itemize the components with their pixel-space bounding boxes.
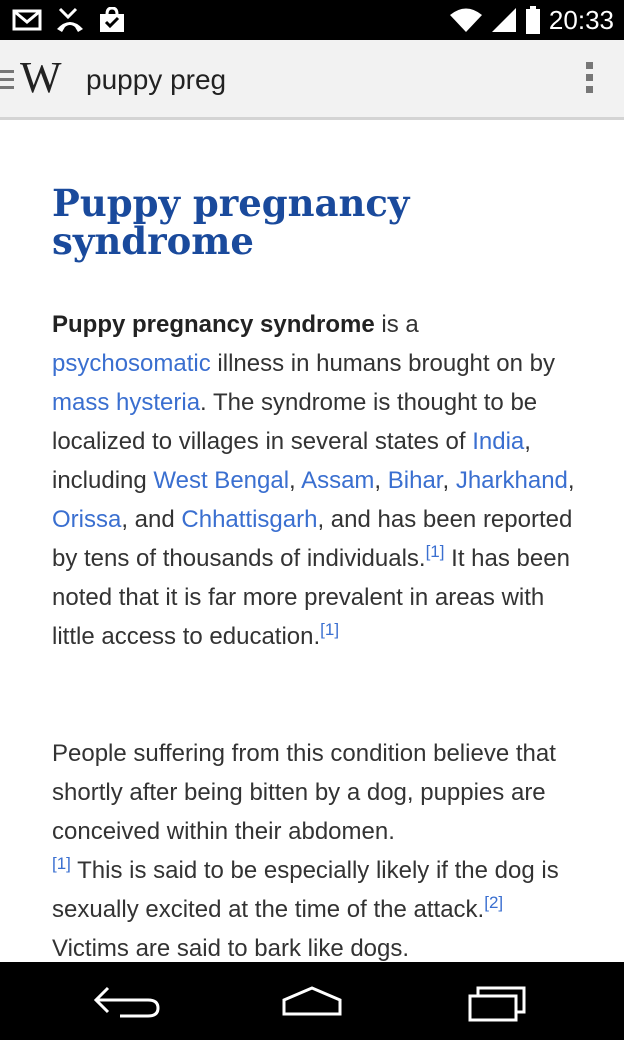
text-span: , bbox=[374, 467, 388, 494]
link-chhattisgarh[interactable]: Chhattisgarh bbox=[181, 506, 317, 533]
reference-link[interactable]: [1] bbox=[320, 620, 339, 639]
link-assam[interactable]: Assam bbox=[301, 467, 374, 494]
article-content: Puppy pregnancy syndrome Puppy pregnancy… bbox=[0, 120, 624, 962]
paragraph-1: Puppy pregnancy syndrome is a psychosoma… bbox=[52, 305, 582, 656]
wifi-icon bbox=[449, 8, 482, 32]
paragraph-2: People suffering from this condition bel… bbox=[52, 734, 582, 962]
text-span: is a bbox=[374, 311, 419, 338]
reference-link[interactable]: [2] bbox=[484, 893, 503, 912]
text-span: People suffering from this condition bel… bbox=[52, 740, 556, 845]
text-span: , bbox=[567, 467, 575, 494]
signal-icon bbox=[491, 8, 516, 32]
status-bar: 20:33 bbox=[0, 0, 624, 40]
home-icon[interactable] bbox=[272, 980, 352, 1024]
link-bihar[interactable]: Bihar bbox=[388, 467, 443, 494]
navigation-bar bbox=[0, 962, 624, 1040]
back-icon[interactable] bbox=[90, 980, 170, 1024]
clock: 20:33 bbox=[548, 4, 614, 35]
text-span: , and bbox=[121, 506, 182, 533]
system-icons: 20:33 bbox=[449, 4, 614, 36]
reference-link[interactable]: [1] bbox=[52, 854, 71, 873]
app-bar: W puppy preg bbox=[0, 40, 624, 120]
overflow-menu-icon[interactable] bbox=[586, 62, 594, 98]
link-mass-hysteria[interactable]: mass hysteria bbox=[52, 389, 200, 416]
text-span: illness in humans brought on by bbox=[210, 350, 555, 377]
link-india[interactable]: India bbox=[472, 428, 524, 455]
link-psychosomatic[interactable]: psychosomatic bbox=[52, 350, 211, 377]
wikipedia-logo[interactable]: W bbox=[20, 54, 62, 102]
text-span: , bbox=[289, 467, 302, 494]
reference-link[interactable]: [1] bbox=[426, 542, 445, 561]
page-title: Puppy pregnancy syndrome bbox=[52, 181, 410, 263]
missed-call-icon bbox=[57, 7, 83, 32]
battery-icon bbox=[525, 6, 540, 34]
text-span: This is said to be especially likely if … bbox=[52, 857, 559, 923]
bold-term: Puppy pregnancy syndrome bbox=[52, 311, 375, 338]
link-jharkhand[interactable]: Jharkhand bbox=[456, 467, 568, 494]
text-span: Victims are said to bark like dogs. bbox=[52, 935, 410, 962]
recent-apps-icon[interactable] bbox=[456, 980, 536, 1024]
text-span: , bbox=[442, 467, 456, 494]
shopping-bag-check-icon bbox=[100, 7, 124, 32]
notification-icons bbox=[12, 6, 126, 34]
gmail-icon bbox=[12, 9, 42, 31]
link-orissa[interactable]: Orissa bbox=[52, 506, 121, 533]
nav-drawer-icon[interactable] bbox=[0, 70, 14, 94]
search-input[interactable]: puppy preg bbox=[86, 62, 226, 98]
link-west-bengal[interactable]: West Bengal bbox=[153, 467, 289, 494]
